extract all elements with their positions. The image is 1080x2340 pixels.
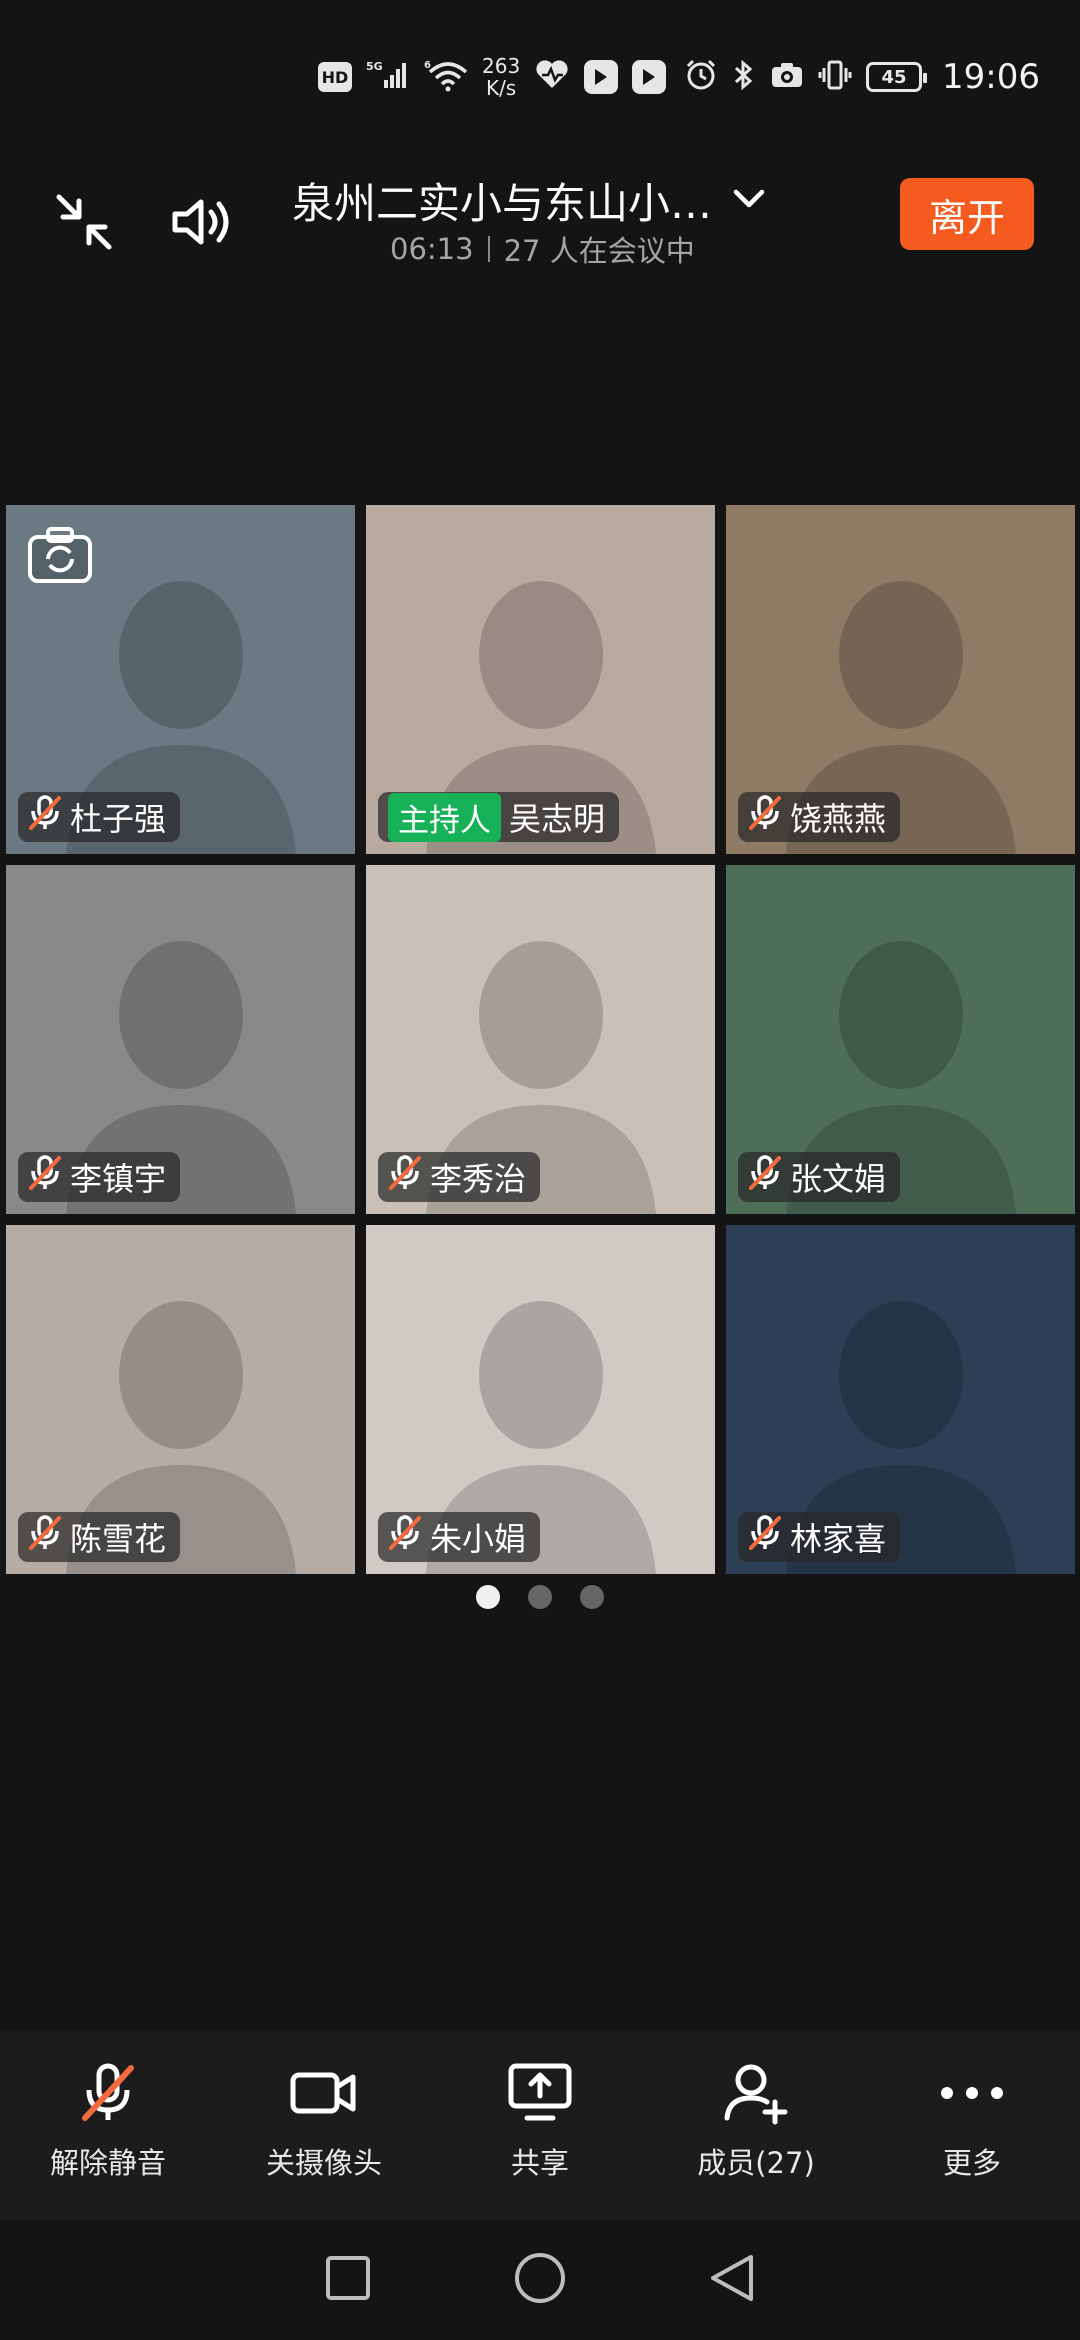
signal-5g-icon: 5G: [366, 58, 410, 96]
chevron-down-icon: [732, 187, 766, 215]
host-badge: 主持人: [388, 792, 501, 842]
meeting-title-dropdown[interactable]: 泉州二实小与东山小…: [292, 170, 792, 231]
mic-muted-icon: [28, 1514, 62, 1560]
participant-name-tag: 杜子强: [18, 792, 181, 842]
mic-muted-icon: [388, 1514, 422, 1560]
participant-name-tag: 主持人 吴志明: [378, 792, 620, 842]
mic-muted-icon: [748, 794, 782, 840]
minimize-icon[interactable]: [44, 182, 124, 262]
participant-name: 杜子强: [70, 800, 167, 838]
alarm-icon: [684, 58, 718, 96]
members-button[interactable]: 成员(27): [648, 2030, 864, 2220]
participant-name: 朱小娟: [430, 1520, 527, 1558]
participant-name: 饶燕燕: [790, 800, 887, 838]
meeting-duration: 06:13: [390, 232, 474, 266]
status-bar-right: 45 19:06: [684, 52, 1040, 102]
vibrate-icon: [818, 58, 852, 96]
participant-video-tile[interactable]: 饶燕燕: [726, 505, 1075, 854]
meeting-header: 泉州二实小与东山小… 06:13 27 人在会议中 离开: [0, 150, 1080, 300]
video-grid: 杜子强 主持人 吴志明 饶燕燕李镇宇 李秀治 张文娟陈雪花 朱小娟 林家喜: [6, 505, 1075, 1574]
svg-text:6: 6: [424, 60, 431, 71]
mic-muted-icon: [748, 1514, 782, 1560]
participant-name: 陈雪花: [70, 1520, 167, 1558]
add-member-icon: [721, 2058, 791, 2128]
participant-count: 27 人在会议中: [503, 234, 695, 268]
participant-name: 张文娟: [790, 1160, 887, 1198]
meeting-toolbar: 解除静音 关摄像头 共享 成员(27) 更多: [0, 2030, 1080, 2220]
participant-name-tag: 林家喜: [738, 1512, 901, 1562]
net-speed-unit: K/s: [485, 76, 517, 100]
leave-button[interactable]: 离开: [900, 178, 1034, 250]
participant-name: 李秀治: [430, 1160, 527, 1198]
meeting-screen: HD 5G 6 263 K/s 45 19:06 泉州二实小与东山小… 06:1…: [0, 0, 1080, 2340]
video-camera-icon: [289, 2058, 359, 2128]
camera-off-button[interactable]: 关摄像头: [216, 2030, 432, 2220]
wifi-icon: 6: [424, 58, 468, 96]
participant-video-tile[interactable]: 李镇宇: [6, 865, 355, 1214]
net-speed-value: 263: [482, 54, 521, 78]
svg-text:5G: 5G: [366, 60, 383, 73]
participant-video-tile[interactable]: 林家喜: [726, 1225, 1075, 1574]
participant-name-tag: 李镇宇: [18, 1152, 181, 1202]
participant-name-tag: 张文娟: [738, 1152, 901, 1202]
back-icon[interactable]: [707, 2251, 757, 2309]
battery-icon: 45: [866, 62, 928, 92]
mic-muted-icon: [28, 794, 62, 840]
participant-name-tag: 李秀治: [378, 1152, 541, 1202]
system-nav-bar: [0, 2220, 1080, 2340]
participant-video-tile[interactable]: 主持人 吴志明: [366, 505, 715, 854]
hd-icon: HD: [318, 62, 352, 92]
page-dot[interactable]: [528, 1585, 552, 1609]
camera-icon: [770, 60, 804, 94]
status-time: 19:06: [942, 57, 1040, 97]
bluetooth-icon: [732, 58, 756, 96]
heart-app-icon: [534, 58, 570, 96]
members-label: 成员(27): [697, 2146, 815, 2180]
camera-off-label: 关摄像头: [265, 2146, 382, 2180]
home-icon[interactable]: [513, 2251, 567, 2309]
participant-name-tag: 饶燕燕: [738, 792, 901, 842]
participant-name-tag: 朱小娟: [378, 1512, 541, 1562]
participant-video-tile[interactable]: 陈雪花: [6, 1225, 355, 1574]
mic-muted-icon: [388, 1154, 422, 1200]
participant-video-tile[interactable]: 杜子强: [6, 505, 355, 854]
more-label: 更多: [942, 2146, 1001, 2180]
meeting-info: 06:13 27 人在会议中: [390, 228, 695, 270]
divider: [487, 236, 490, 262]
share-button[interactable]: 共享: [432, 2030, 648, 2220]
participant-name: 李镇宇: [70, 1160, 167, 1198]
network-speed: 263 K/s: [482, 55, 520, 99]
status-bar-left: HD 5G 6 263 K/s: [318, 52, 667, 102]
speaker-icon[interactable]: [164, 182, 244, 262]
page-dot[interactable]: [476, 1585, 500, 1609]
participant-name-tag: 陈雪花: [18, 1512, 181, 1562]
mic-muted-icon: [28, 1154, 62, 1200]
participant-name: 林家喜: [790, 1520, 887, 1558]
share-screen-icon: [505, 2058, 575, 2128]
unmute-button[interactable]: 解除静音: [0, 2030, 216, 2220]
status-bar: HD 5G 6 263 K/s 45 19:06: [0, 0, 1080, 150]
participant-name: 吴志明: [509, 800, 606, 838]
more-dots-icon: [937, 2058, 1007, 2128]
app-icon: [632, 60, 667, 94]
unmute-label: 解除静音: [49, 2146, 166, 2180]
participant-video-tile[interactable]: 朱小娟: [366, 1225, 715, 1574]
mic-muted-icon: [73, 2058, 143, 2128]
more-button[interactable]: 更多: [864, 2030, 1080, 2220]
switch-camera-icon[interactable]: [26, 525, 94, 585]
recents-icon[interactable]: [323, 2253, 373, 2307]
participant-video-tile[interactable]: 张文娟: [726, 865, 1075, 1214]
meeting-title: 泉州二实小与东山小…: [292, 179, 713, 228]
page-dot[interactable]: [580, 1585, 604, 1609]
page-indicator: [0, 1585, 1080, 1609]
mic-muted-icon: [748, 1154, 782, 1200]
participant-video-tile[interactable]: 李秀治: [366, 865, 715, 1214]
app-icon: [584, 60, 619, 94]
share-label: 共享: [510, 2146, 569, 2180]
